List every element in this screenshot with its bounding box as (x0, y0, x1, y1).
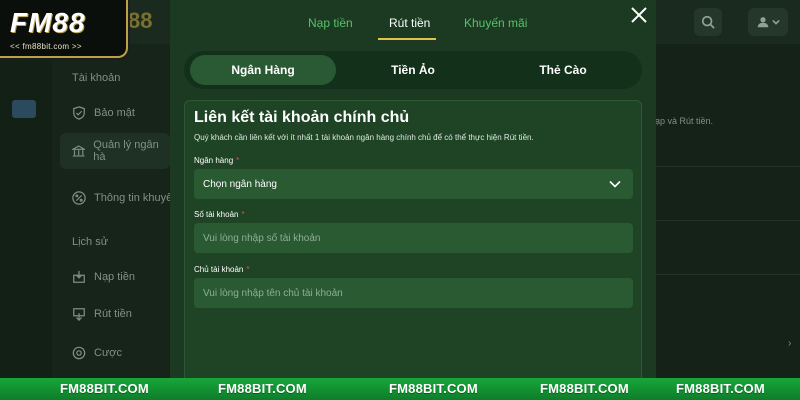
bet-icon (72, 346, 86, 360)
watermark-text: FM88BIT.COM (389, 381, 478, 396)
card-description: Quý khách cần liên kết với ít nhất 1 tài… (194, 133, 534, 142)
watermark-text: FM88BIT.COM (540, 381, 629, 396)
account-number-input[interactable]: Vui lòng nhập số tài khoản (194, 223, 633, 253)
tab-promotions[interactable]: Khuyến mãi (464, 16, 527, 30)
watermark-text: FM88BIT.COM (676, 381, 765, 396)
search-button[interactable] (694, 8, 722, 36)
method-card[interactable]: Thẻ Cào (490, 55, 636, 85)
sidebar-section-account: Tài khoản (72, 72, 121, 84)
rail-icon[interactable] (12, 100, 36, 118)
search-icon (701, 15, 715, 29)
sidebar-item-label: Thông tin khuyế (94, 192, 173, 204)
sidebar-item-bank[interactable]: Quản lý ngân hà (60, 133, 170, 169)
sidebar-item-label: Nạp tiền (94, 271, 135, 283)
account-holder-placeholder: Vui lòng nhập tên chủ tài khoản (203, 287, 343, 299)
divider (656, 274, 800, 275)
bank-icon (72, 145, 86, 157)
account-holder-input[interactable]: Vui lòng nhập tên chủ tài khoản (194, 278, 633, 308)
watermark-text: FM88BIT.COM (60, 381, 149, 396)
card-title: Liên kết tài khoản chính chủ (194, 109, 410, 126)
required-mark: * (246, 265, 250, 274)
logo-text: FM88 (10, 7, 86, 38)
divider (656, 220, 800, 221)
sidebar-item-label: Bảo mật (94, 107, 135, 119)
bank-select[interactable]: Chọn ngân hàng (194, 169, 633, 199)
watermark-text: FM88BIT.COM (218, 381, 307, 396)
method-crypto[interactable]: Tiền Ảo (340, 55, 486, 85)
account-number-placeholder: Vui lòng nhập số tài khoản (203, 232, 321, 244)
required-mark: * (241, 210, 245, 219)
user-menu-button[interactable] (748, 8, 788, 36)
sidebar-item-label: Cược (94, 347, 123, 359)
sidebar-item-withdraw[interactable]: Rút tiền (72, 307, 132, 321)
tab-deposit[interactable]: Nạp tiền (308, 16, 353, 30)
divider (656, 166, 800, 167)
method-bank[interactable]: Ngân Hàng (190, 55, 336, 85)
modal-tabs: Nạp tiền Rút tiền Khuyến mãi (170, 16, 656, 40)
tab-withdraw[interactable]: Rút tiền (389, 16, 430, 30)
sidebar-item-security[interactable]: Bảo mật (72, 106, 135, 120)
fm88-logo[interactable]: FM88 << fm88bit.com >> (0, 0, 128, 58)
close-icon[interactable] (628, 4, 650, 26)
deposit-icon (73, 270, 85, 283)
sidebar-item-bet[interactable]: Cược (72, 346, 122, 360)
background-rail (0, 44, 52, 378)
withdraw-icon (73, 308, 85, 321)
payment-method-switch: Ngân Hàng Tiền Ảo Thẻ Cào (184, 51, 642, 89)
active-tab-indicator (378, 38, 436, 40)
shield-icon (73, 106, 85, 120)
required-mark: * (236, 156, 240, 165)
user-icon (757, 17, 768, 28)
bank-select-value: Chọn ngân hàng (203, 178, 277, 190)
watermark-banner: FM88BIT.COM FM88BIT.COM FM88BIT.COM FM88… (0, 378, 800, 400)
sidebar-item-label: Rút tiền (94, 308, 132, 320)
expand-arrow-icon[interactable]: › (788, 338, 791, 349)
chevron-down-icon (609, 180, 621, 188)
background-text: nạp và Rút tiền. (650, 116, 714, 126)
sidebar-item-deposit[interactable]: Nạp tiền (72, 270, 135, 284)
sidebar-item-promo[interactable]: Thông tin khuyế (72, 191, 172, 205)
bank-label: Ngân hàng * (194, 156, 240, 165)
sidebar-section-history: Lịch sử (72, 236, 109, 248)
percent-icon (72, 191, 86, 205)
sidebar-item-label: Quản lý ngân hà (93, 139, 159, 163)
chevron-down-icon (771, 19, 780, 25)
account-number-label: Số tài khoản * (194, 210, 245, 219)
account-holder-label: Chủ tài khoản * (194, 265, 250, 274)
logo-subtitle: << fm88bit.com >> (10, 42, 82, 51)
background-logo-fragment: 88 (128, 8, 153, 33)
